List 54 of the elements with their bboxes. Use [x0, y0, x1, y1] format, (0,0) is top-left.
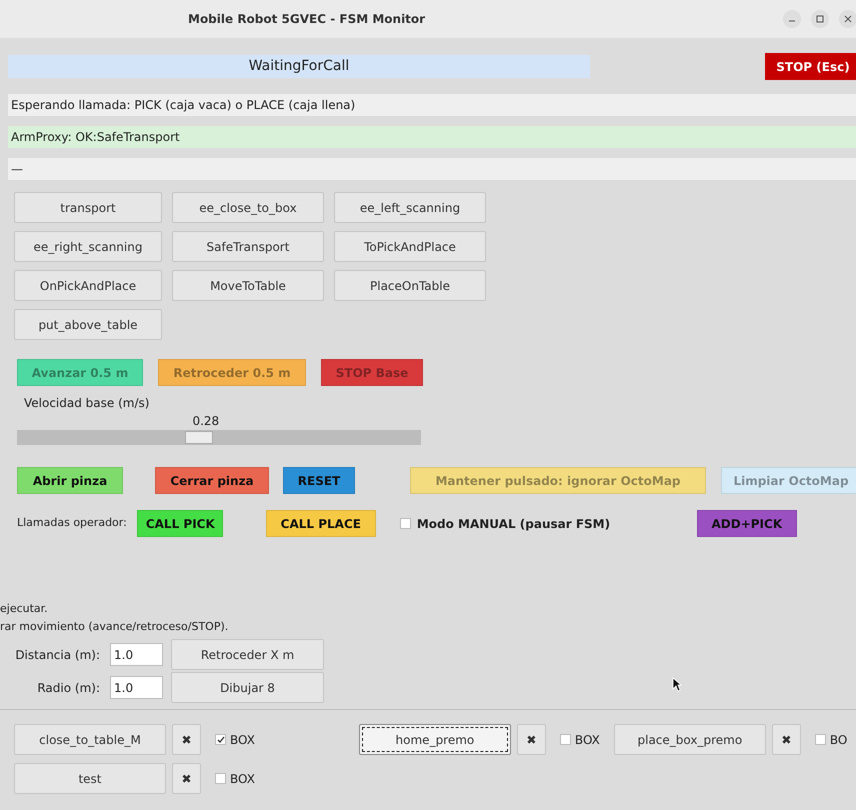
slider-thumb[interactable] — [184, 431, 213, 444]
delete-button[interactable]: ✖ — [516, 724, 546, 755]
action-button[interactable]: CALL PICK — [136, 510, 223, 537]
help-text: rar movimiento (avance/retroceso/STOP). — [0, 619, 228, 635]
state-button[interactable]: OnPickAndPlace — [14, 270, 162, 301]
macro-button[interactable]: close_to_table_M — [14, 724, 166, 755]
action-button[interactable]: RESET — [283, 467, 355, 494]
state-button[interactable]: PlaceOnTable — [334, 270, 486, 301]
maximize-icon[interactable] — [811, 10, 829, 28]
field-label: Distancia (m): — [14, 646, 101, 664]
input-field[interactable]: 1.0 — [110, 676, 163, 699]
checkbox[interactable] — [400, 518, 411, 529]
motion-button[interactable]: Retroceder X m — [171, 639, 324, 670]
delete-button[interactable]: ✖ — [172, 763, 201, 794]
stop-button[interactable]: STOP (Esc) — [765, 53, 856, 80]
window-title: Mobile Robot 5GVEC - FSM Monitor — [188, 11, 426, 28]
box-label: BOX — [230, 770, 255, 788]
delete-button[interactable]: ✖ — [772, 724, 801, 755]
state-button[interactable]: ee_close_to_box — [172, 192, 324, 223]
checkbox[interactable] — [814, 734, 826, 745]
state-button[interactable]: MoveToTable — [172, 270, 324, 301]
motion-button[interactable]: Dibujar 8 — [171, 672, 324, 703]
checkbox[interactable] — [560, 734, 571, 745]
state-button[interactable]: ee_left_scanning — [334, 192, 486, 223]
cursor-icon — [672, 677, 682, 692]
action-button[interactable]: Cerrar pinza — [155, 467, 269, 494]
close-icon[interactable] — [839, 10, 856, 28]
state-button[interactable]: transport — [14, 192, 162, 223]
checkbox[interactable] — [215, 734, 226, 745]
operator-label: Llamadas operador: — [17, 515, 127, 532]
box-label: BO — [830, 732, 848, 748]
checkbox[interactable] — [215, 773, 226, 784]
action-button[interactable]: Abrir pinza — [17, 467, 123, 494]
manual-mode-label: Modo MANUAL (pausar FSM) — [416, 516, 612, 532]
macro-button[interactable]: test — [14, 763, 166, 794]
box-label: BOX — [230, 732, 255, 748]
state-button[interactable]: SafeTransport — [172, 231, 324, 262]
state-button[interactable]: ee_right_scanning — [14, 231, 162, 262]
macro-button[interactable]: place_box_premo — [614, 724, 766, 755]
action-button[interactable]: ADD+PICK — [696, 510, 797, 537]
input-field[interactable]: 1.0 — [110, 643, 163, 666]
help-text: ejecutar. — [0, 601, 48, 617]
state-button[interactable]: put_above_table — [14, 309, 162, 340]
speed-value: 0.28 — [192, 413, 220, 430]
box-label: BOX — [574, 732, 600, 748]
state-button[interactable]: ToPickAndPlace — [334, 231, 486, 262]
delete-button[interactable]: ✖ — [172, 724, 201, 755]
speed-slider[interactable] — [17, 430, 421, 445]
macro-button[interactable]: home_premo — [358, 724, 511, 755]
minimize-icon[interactable] — [783, 10, 801, 28]
speed-label: Velocidad base (m/s) — [24, 395, 150, 412]
field-label: Radio (m): — [36, 680, 101, 696]
state-label: WaitingForCall — [8, 55, 590, 78]
action-button[interactable]: CALL PLACE — [266, 510, 376, 537]
